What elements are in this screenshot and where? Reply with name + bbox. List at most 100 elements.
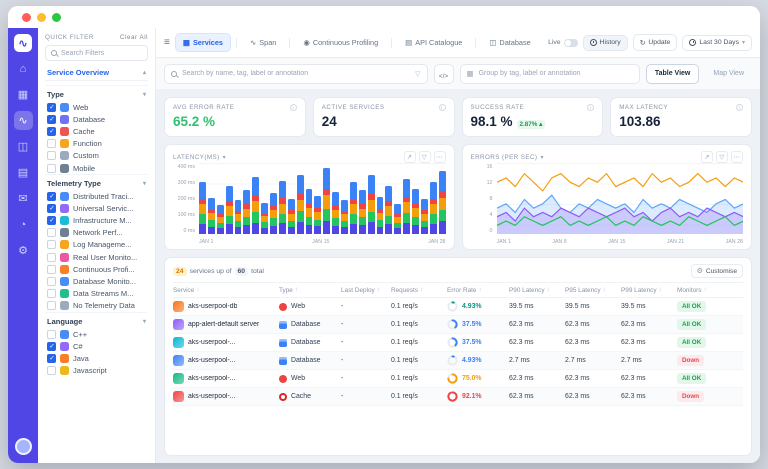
query-code-button[interactable] [434, 64, 454, 84]
filter-funnel-icon[interactable]: ▽ [716, 151, 728, 163]
filter-option[interactable]: Distributed Traci... [45, 190, 148, 202]
nav-logs-icon[interactable]: ▤ [14, 163, 33, 182]
service-cell[interactable]: aks-userpool-... [173, 391, 279, 402]
service-cell[interactable]: aks-userpool-... [173, 373, 279, 384]
filter-option[interactable]: Network Perf... [45, 227, 148, 239]
filter-option[interactable]: Universal Servic... [45, 202, 148, 214]
checkbox[interactable] [47, 164, 56, 173]
checkbox[interactable] [47, 366, 56, 375]
info-icon[interactable] [290, 104, 297, 111]
checkbox[interactable] [47, 265, 56, 274]
filter-option[interactable]: Java [45, 352, 148, 364]
column-header-p99-latency[interactable]: P99 Latency↕ [621, 287, 677, 294]
filter-option[interactable]: Continuous Profi... [45, 263, 148, 275]
nav-apm-icon[interactable]: ∿ [14, 111, 33, 130]
column-header-p95-latency[interactable]: P95 Latency↕ [565, 287, 621, 294]
group-by-input[interactable]: Group by tag, label or annotation [460, 64, 640, 84]
expand-icon[interactable]: ↗ [404, 151, 416, 163]
profile-avatar[interactable] [15, 438, 32, 455]
latency-bar[interactable] [235, 200, 242, 235]
checkbox[interactable] [47, 139, 56, 148]
checkbox[interactable] [47, 192, 56, 201]
latency-bar[interactable] [243, 190, 250, 234]
latency-bar[interactable] [252, 177, 259, 234]
checkbox[interactable] [47, 253, 56, 262]
latency-bar[interactable] [377, 197, 384, 234]
filter-funnel-icon[interactable]: ▽ [415, 70, 420, 78]
filter-option[interactable]: Log Manageme... [45, 239, 148, 251]
column-header-service[interactable]: Service↕ [173, 287, 279, 294]
filter-option[interactable]: Data Streams M... [45, 288, 148, 300]
more-menu-icon[interactable]: ⋯ [434, 151, 446, 163]
app-logo[interactable]: ∿ [14, 34, 32, 52]
date-range-dropdown[interactable]: Last 30 Days ▾ [682, 35, 752, 51]
table-row[interactable]: aks-userpool-...Database-0.1 req/s37.5%6… [173, 334, 743, 352]
info-icon[interactable] [439, 104, 446, 111]
checkbox[interactable] [47, 103, 56, 112]
info-icon[interactable] [736, 104, 743, 111]
tab-span[interactable]: ∿Span [242, 33, 284, 52]
checkbox[interactable] [47, 289, 56, 298]
nav-infrastructure-icon[interactable]: ◫ [14, 137, 33, 156]
update-button[interactable]: ↻ Update [633, 34, 678, 51]
filter-option[interactable]: Custom [45, 150, 148, 162]
service-search-input[interactable]: Search by name, tag, label or annotation… [164, 64, 428, 84]
filter-search-input[interactable]: Search Filters [45, 45, 148, 61]
service-overview-section[interactable]: Service Overview ▴ [45, 65, 148, 81]
latency-bar[interactable] [217, 205, 224, 234]
info-icon[interactable] [587, 104, 594, 111]
table-row[interactable]: app-alert-default serverDatabase-0.1 req… [173, 316, 743, 334]
filter-option[interactable]: C++ [45, 328, 148, 340]
filter-option[interactable]: Mobile [45, 162, 148, 174]
filter-funnel-icon[interactable]: ▽ [419, 151, 431, 163]
latency-bar[interactable] [385, 186, 392, 234]
latency-bar[interactable] [270, 193, 277, 234]
latency-bar[interactable] [306, 189, 313, 234]
filter-option[interactable]: Infrastructure M... [45, 215, 148, 227]
checkbox[interactable] [47, 216, 56, 225]
chevron-down-icon[interactable]: ▾ [540, 154, 543, 161]
minimize-window-button[interactable] [37, 13, 46, 22]
latency-bar[interactable] [297, 175, 304, 235]
expand-icon[interactable]: ↗ [701, 151, 713, 163]
nav-alerts-icon[interactable]: ✉ [14, 189, 33, 208]
checkbox[interactable] [47, 115, 56, 124]
table-row[interactable]: aks-userpool-dbWeb-0.1 req/s4.93%39.5 ms… [173, 298, 743, 316]
latency-bar[interactable] [279, 181, 286, 234]
customise-button[interactable]: ⚙ Customise [691, 264, 743, 278]
service-cell[interactable]: aks-userpool-db [173, 301, 279, 312]
nav-reports-icon[interactable]: ◔ [14, 215, 33, 234]
checkbox[interactable] [47, 354, 56, 363]
filter-option[interactable]: Function [45, 138, 148, 150]
history-button[interactable]: History [583, 35, 628, 51]
latency-bar[interactable] [314, 196, 321, 234]
tab-api-catalogue[interactable]: ▤API Catalogue [397, 33, 470, 52]
latency-bar[interactable] [359, 190, 366, 234]
checkbox[interactable] [47, 228, 56, 237]
checkbox[interactable] [47, 151, 56, 160]
close-window-button[interactable] [22, 13, 31, 22]
table-row[interactable]: aks-userpool-...Cache-0.1 req/s92.1%62.3… [173, 388, 743, 406]
latency-bar[interactable] [421, 199, 428, 234]
column-header-error-rate[interactable]: Error Rate↕ [447, 287, 509, 294]
table-view-button[interactable]: Table View [646, 64, 700, 84]
filter-group-header-telemetry-type[interactable]: Telemetry Type▾ [45, 174, 148, 190]
column-header-p90-latency[interactable]: P90 Latency↕ [509, 287, 565, 294]
checkbox[interactable] [47, 330, 56, 339]
table-row[interactable]: aks-userpool-...Database-0.1 req/s4.93%2… [173, 352, 743, 370]
column-header-requests[interactable]: Requests↕ [391, 287, 447, 294]
filter-option[interactable]: Real User Monito... [45, 251, 148, 263]
latency-bar[interactable] [368, 175, 375, 234]
tab-database[interactable]: ◫Database [481, 33, 538, 52]
checkbox[interactable] [47, 204, 56, 213]
tab-services[interactable]: ▦Services [175, 33, 231, 52]
nav-home-icon[interactable]: ⌂ [14, 59, 33, 78]
latency-bar[interactable] [199, 182, 206, 234]
column-header-last-deploy[interactable]: Last Deploy↕ [341, 287, 391, 294]
more-menu-icon[interactable]: ⋯ [731, 151, 743, 163]
checkbox[interactable] [47, 277, 56, 286]
tab-continuous-profiling[interactable]: ◉Continuous Profiling [295, 33, 386, 52]
latency-bar[interactable] [439, 171, 446, 234]
filter-option[interactable]: Javascript [45, 365, 148, 377]
map-view-button[interactable]: Map View [705, 64, 752, 84]
